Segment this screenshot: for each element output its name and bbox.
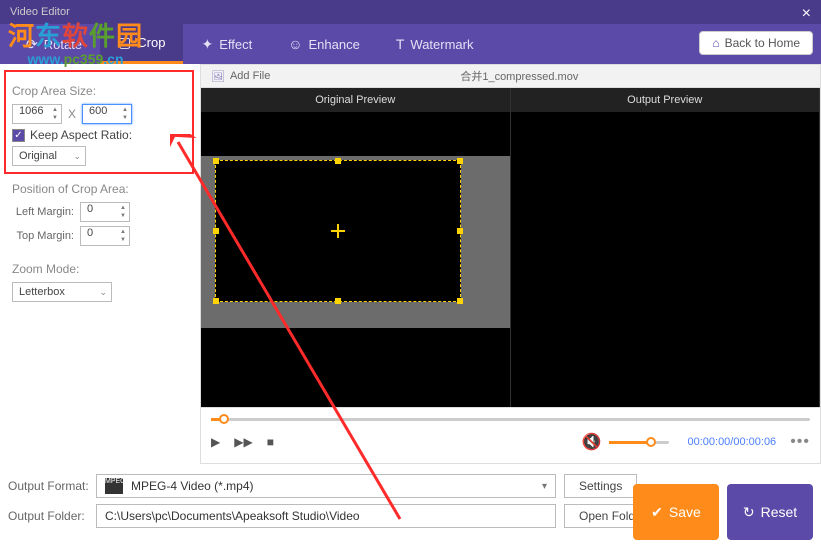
- chevron-down-icon: ⌄: [73, 151, 81, 162]
- x-separator: X: [68, 107, 76, 121]
- original-preview-title: Original Preview: [201, 88, 510, 112]
- toolbar: ⟳ Rotate ▢ Crop ✦ Effect ☺ Enhance T Wat…: [0, 24, 821, 64]
- back-home-label: Back to Home: [725, 36, 800, 50]
- zoom-mode-select[interactable]: Letterbox ⌄: [12, 282, 112, 302]
- back-to-home-button[interactable]: ⌂ Back to Home: [699, 31, 813, 55]
- tab-watermark[interactable]: T Watermark: [378, 24, 492, 64]
- stop-button[interactable]: ■: [267, 435, 274, 449]
- crop-width-input[interactable]: 1066 ▲▼: [12, 104, 62, 124]
- aspect-select[interactable]: Original ⌄: [12, 146, 86, 166]
- left-margin-label: Left Margin:: [12, 206, 74, 218]
- tab-rotate[interactable]: ⟳ Rotate: [8, 24, 100, 64]
- reset-button[interactable]: ↻ Reset: [727, 484, 813, 540]
- spinner-icon[interactable]: ▲▼: [118, 228, 128, 244]
- spinner-icon[interactable]: ▲▼: [118, 204, 128, 220]
- input-value: 600: [89, 105, 107, 117]
- add-file-button[interactable]: 🖼 Add File: [201, 70, 280, 83]
- tab-effect[interactable]: ✦ Effect: [183, 24, 270, 64]
- save-button[interactable]: ✔ Save: [633, 484, 719, 540]
- forward-button[interactable]: ▶▶: [234, 435, 252, 449]
- output-folder-label: Output Folder:: [8, 509, 96, 523]
- enhance-icon: ☺: [288, 36, 302, 52]
- chevron-down-icon: ▾: [542, 481, 547, 492]
- output-format-select[interactable]: MPEG MPEG-4 Video (*.mp4) ▾: [96, 474, 556, 498]
- output-preview-title: Output Preview: [511, 88, 820, 112]
- crop-size-title: Crop Area Size:: [12, 84, 188, 98]
- crop-handle[interactable]: [213, 158, 219, 164]
- volume-thumb[interactable]: [646, 437, 656, 447]
- input-value: 0: [87, 227, 93, 239]
- reset-label: Reset: [761, 504, 798, 520]
- keep-aspect-label: Keep Aspect Ratio:: [30, 128, 132, 142]
- seek-thumb[interactable]: [219, 414, 229, 424]
- crop-height-input[interactable]: 600 ▲▼: [82, 104, 132, 124]
- tab-label: Effect: [219, 37, 252, 52]
- format-value: MPEG-4 Video (*.mp4): [131, 479, 254, 493]
- spinner-icon[interactable]: ▲▼: [120, 106, 130, 122]
- tab-crop[interactable]: ▢ Crop: [100, 24, 183, 64]
- add-file-icon: 🖼: [211, 70, 225, 83]
- more-menu-icon[interactable]: •••: [790, 433, 810, 451]
- reset-icon: ↻: [743, 504, 755, 521]
- tab-label: Rotate: [44, 37, 82, 52]
- crop-rectangle[interactable]: [215, 160, 461, 302]
- add-file-label: Add File: [230, 70, 270, 82]
- tab-enhance[interactable]: ☺ Enhance: [270, 24, 378, 64]
- volume-slider[interactable]: [609, 441, 669, 444]
- top-margin-label: Top Margin:: [12, 230, 74, 242]
- home-icon: ⌂: [712, 36, 719, 50]
- select-value: Letterbox: [19, 286, 65, 298]
- close-icon[interactable]: ×: [802, 2, 811, 26]
- tab-label: Crop: [137, 35, 165, 50]
- current-file-name: 合并1_compressed.mov: [460, 68, 578, 84]
- input-value: 1066: [19, 105, 43, 117]
- crop-handle[interactable]: [335, 158, 341, 164]
- crop-center-icon: [331, 224, 345, 238]
- play-button[interactable]: ▶: [211, 435, 220, 449]
- crop-handle[interactable]: [457, 158, 463, 164]
- keep-aspect-checkbox[interactable]: ✓: [12, 129, 25, 142]
- window-title: Video Editor: [10, 6, 70, 18]
- left-margin-input[interactable]: 0 ▲▼: [80, 202, 130, 222]
- crop-handle[interactable]: [335, 298, 341, 304]
- crop-handle[interactable]: [213, 228, 219, 234]
- titlebar: Video Editor ×: [0, 0, 821, 24]
- tab-label: Watermark: [410, 37, 473, 52]
- file-bar: 🖼 Add File 合并1_compressed.mov: [200, 64, 821, 88]
- select-value: Original: [19, 150, 57, 162]
- zoom-title: Zoom Mode:: [12, 262, 188, 276]
- crop-icon: ▢: [118, 34, 131, 51]
- spinner-icon[interactable]: ▲▼: [50, 106, 60, 122]
- original-preview-panel: Original Preview: [201, 88, 511, 407]
- time-display: 00:00:00/00:00:06: [687, 436, 776, 448]
- crop-handle[interactable]: [457, 298, 463, 304]
- top-margin-input[interactable]: 0 ▲▼: [80, 226, 130, 246]
- crop-handle[interactable]: [213, 298, 219, 304]
- playbar: ▶ ▶▶ ■ 🔇 00:00:00/00:00:06 •••: [200, 408, 821, 464]
- input-value: 0: [87, 203, 93, 215]
- output-preview-panel: Output Preview: [511, 88, 821, 407]
- save-label: Save: [669, 504, 701, 520]
- seek-slider[interactable]: [211, 414, 810, 424]
- position-title: Position of Crop Area:: [12, 182, 188, 196]
- watermark-icon: T: [396, 36, 405, 52]
- chevron-down-icon: ⌄: [99, 287, 107, 298]
- volume-icon[interactable]: 🔇: [582, 432, 602, 452]
- tab-label: Enhance: [309, 37, 360, 52]
- output-folder-input[interactable]: [96, 504, 556, 528]
- rotate-icon: ⟳: [26, 36, 38, 53]
- check-icon: ✔: [651, 504, 663, 521]
- effect-icon: ✦: [201, 36, 213, 53]
- mp4-icon: MPEG: [105, 478, 123, 494]
- crop-sidebar: Crop Area Size: 1066 ▲▼ X 600 ▲▼ ✓ Keep …: [0, 64, 200, 464]
- output-format-label: Output Format:: [8, 479, 96, 493]
- crop-handle[interactable]: [457, 228, 463, 234]
